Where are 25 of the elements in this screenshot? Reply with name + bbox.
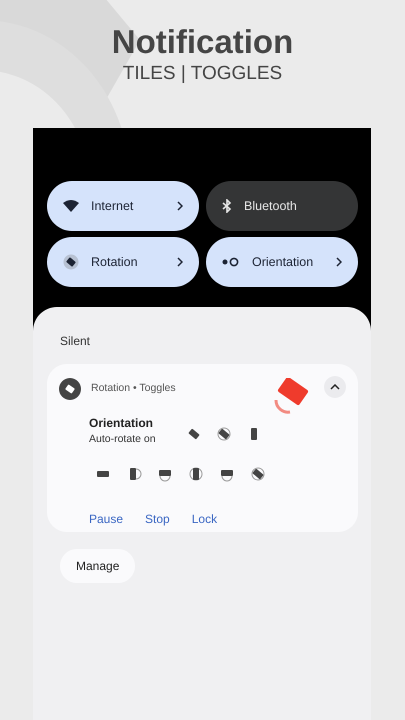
quick-tile[interactable]: Rotation	[47, 237, 199, 287]
quick-tile[interactable]: Internet	[47, 181, 199, 231]
section-label: Silent	[60, 333, 92, 350]
rotated-phone-icon	[272, 378, 310, 416]
app-title: Notification	[110, 22, 294, 62]
notification-title: Orientation	[89, 415, 154, 432]
app-icon	[59, 378, 81, 400]
rotation-icon	[63, 254, 79, 270]
tilted-phone-icon[interactable]	[250, 466, 266, 482]
quick-tile[interactable]: Bluetooth	[206, 181, 358, 231]
quick-tile[interactable]: Orientation	[206, 237, 358, 287]
collapse-button[interactable]	[324, 376, 346, 398]
wifi-icon	[63, 200, 79, 212]
notification-text: Auto-rotate on	[89, 432, 156, 447]
chevron-icon	[330, 384, 340, 390]
dots-icon	[222, 257, 240, 267]
tilted-phone-icon[interactable]	[216, 426, 232, 442]
bluetooth-icon	[222, 199, 232, 213]
manage-button[interactable]: Manage	[60, 549, 136, 583]
action-button[interactable]: Lock	[192, 510, 218, 528]
app-name: Rotation • Toggles	[91, 381, 176, 396]
action-button[interactable]: Stop	[145, 510, 170, 528]
portrait-phone-icon[interactable]	[188, 466, 204, 482]
app-subtitle: TILES | TOGGLES	[122, 62, 284, 86]
action-button[interactable]: Pause	[89, 510, 124, 528]
